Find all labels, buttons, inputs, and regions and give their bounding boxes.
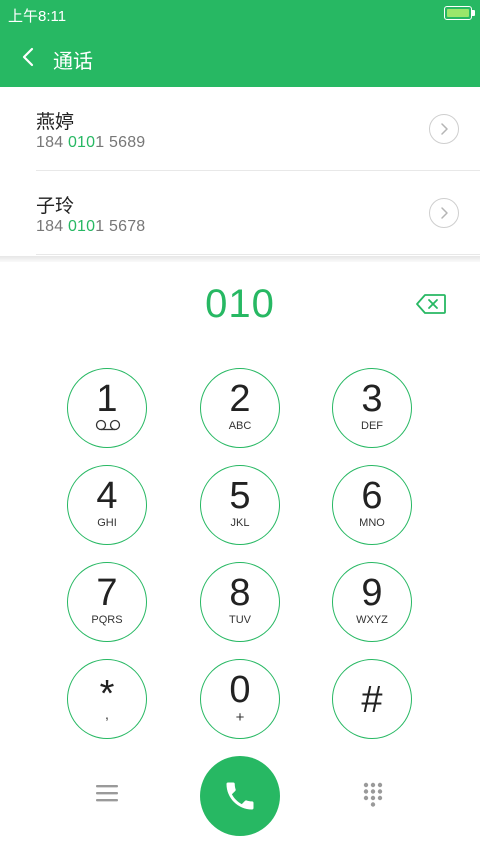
key-8[interactable]: 8 TUV [200, 562, 280, 642]
call-button[interactable] [200, 756, 280, 836]
key-letters: ABC [228, 420, 252, 432]
battery-icon [444, 6, 475, 20]
contact-list: 燕婷 184 0101 5689 子玲 184 0101 5678 [0, 87, 480, 255]
key-digit: 3 [361, 378, 383, 420]
menu-icon [96, 785, 118, 802]
key-digit: 1 [96, 378, 118, 420]
menu-button[interactable] [93, 780, 121, 806]
number-match: 010 [67, 218, 96, 235]
status-bar: 上午8:11 [0, 0, 480, 28]
key-digit: 9 [361, 572, 383, 614]
number-suffix: 1 5678 [95, 218, 146, 235]
key-digit: 8 [229, 572, 251, 614]
chevron-right-icon [441, 123, 448, 135]
chevron-right-icon [441, 207, 448, 219]
key-1[interactable]: 1 [67, 368, 147, 448]
key-0[interactable]: 0 + [200, 659, 280, 739]
key-digit: 4 [96, 475, 118, 517]
backspace-icon [416, 294, 446, 314]
number-prefix: 184 [36, 134, 68, 151]
contact-row[interactable]: 子玲 184 0101 5678 [0, 171, 480, 255]
contact-row[interactable]: 燕婷 184 0101 5689 [0, 87, 480, 171]
back-button[interactable] [14, 42, 42, 72]
key-digit: 0 [229, 669, 251, 711]
key-digit: 6 [361, 475, 383, 517]
number-match: 010 [67, 134, 96, 151]
contact-number: 184 0101 5678 [36, 218, 145, 236]
contact-number: 184 0101 5689 [36, 134, 145, 152]
key-letters: , [105, 706, 109, 722]
key-letters: GHI [97, 517, 117, 529]
number-prefix: 184 [36, 218, 68, 235]
key-letters: JKL [230, 517, 250, 529]
key-star[interactable]: * , [67, 659, 147, 739]
key-digit: 2 [229, 378, 251, 420]
key-7[interactable]: 7 PQRS [67, 562, 147, 642]
battery-tip [472, 10, 475, 16]
phone-icon [226, 782, 254, 810]
page-title: 通话 [53, 51, 93, 73]
key-digit: 7 [96, 572, 118, 614]
keypad-icon [363, 782, 383, 807]
contact-detail-button[interactable] [429, 198, 459, 228]
battery-level [446, 8, 469, 17]
contact-name: 子玲 [36, 196, 75, 217]
app-bar: 通话 [0, 28, 480, 87]
key-letters: TUV [229, 614, 251, 626]
key-5[interactable]: 5 JKL [200, 465, 280, 545]
contact-detail-button[interactable] [429, 114, 459, 144]
backspace-button[interactable] [414, 292, 448, 316]
key-letters: MNO [359, 517, 385, 529]
key-digit: 5 [229, 475, 251, 517]
key-4[interactable]: 4 GHI [67, 465, 147, 545]
key-letters: WXYZ [356, 614, 388, 626]
dialer-panel: 010 1 2 ABC 3 DEF 4 GHI 5 JKL 6 MNO 7 PQ… [0, 262, 480, 853]
key-hash[interactable]: # [332, 659, 412, 739]
key-digit: # [361, 679, 383, 721]
key-2[interactable]: 2 ABC [200, 368, 280, 448]
key-letters: + [235, 709, 245, 726]
contact-name: 燕婷 [36, 112, 75, 133]
key-letters: PQRS [91, 614, 123, 626]
voicemail-icon [95, 419, 121, 431]
divider [36, 254, 480, 255]
number-suffix: 1 5689 [95, 134, 146, 151]
keypad-toggle-button[interactable] [359, 780, 387, 810]
key-6[interactable]: 6 MNO [332, 465, 412, 545]
chevron-left-icon [22, 47, 34, 67]
key-3[interactable]: 3 DEF [332, 368, 412, 448]
key-letters: DEF [361, 420, 383, 432]
dial-number-display: 010 [205, 282, 275, 326]
key-9[interactable]: 9 WXYZ [332, 562, 412, 642]
status-time: 上午8:11 [8, 8, 67, 25]
